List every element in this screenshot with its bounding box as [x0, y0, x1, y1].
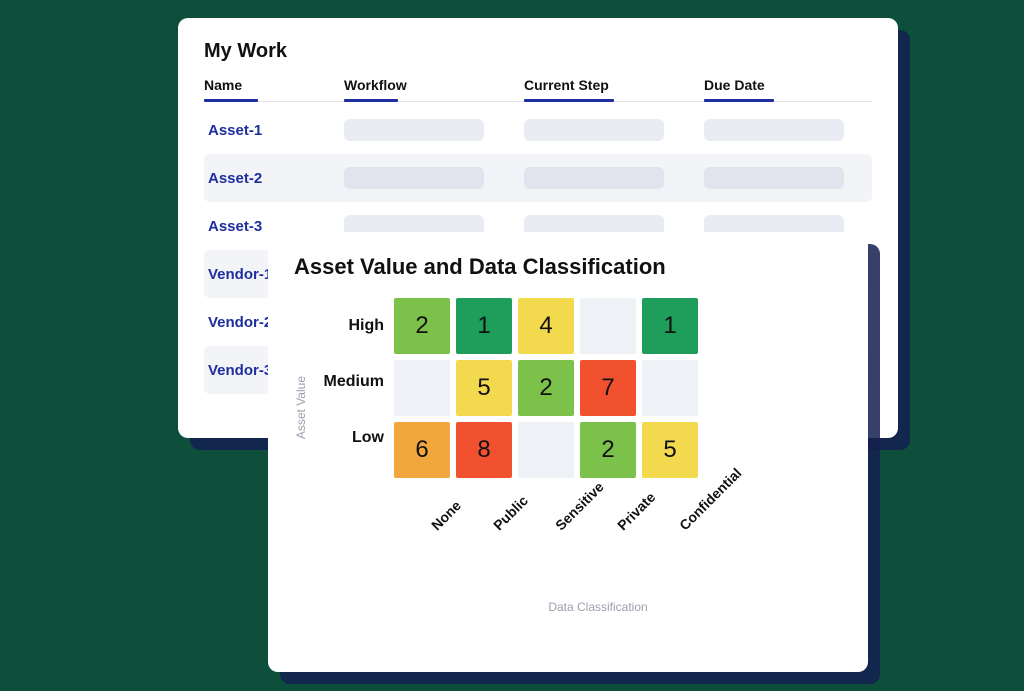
placeholder: [344, 119, 484, 141]
y-category-label: High: [314, 298, 384, 354]
table-row[interactable]: Asset-1: [204, 106, 872, 154]
heatmap-cell[interactable]: [394, 360, 450, 416]
heatmap-cell[interactable]: 5: [642, 422, 698, 478]
placeholder: [524, 167, 664, 189]
x-axis-label: Data Classification: [354, 600, 842, 614]
heatmap-cell[interactable]: 2: [518, 360, 574, 416]
my-work-title: My Work: [204, 40, 872, 63]
placeholder: [344, 167, 484, 189]
heatmap-cell[interactable]: 1: [642, 298, 698, 354]
heatmap-cell[interactable]: 8: [456, 422, 512, 478]
table-row[interactable]: Asset-2: [204, 154, 872, 202]
x-category-label: Confidential: [676, 482, 758, 564]
heatmap-cell[interactable]: [518, 422, 574, 478]
placeholder: [524, 119, 664, 141]
column-workflow[interactable]: Workflow: [344, 77, 524, 101]
column-current-step[interactable]: Current Step: [524, 77, 704, 101]
placeholder: [704, 167, 844, 189]
heatmap-cell[interactable]: 2: [394, 298, 450, 354]
y-axis-label: Asset Value: [294, 336, 308, 439]
heatmap-cell[interactable]: 7: [580, 360, 636, 416]
x-categories: NonePublicSensitivePrivateConfidential: [410, 490, 842, 550]
heatmap-cell[interactable]: [642, 360, 698, 416]
placeholder: [704, 119, 844, 141]
chart-title: Asset Value and Data Classification: [294, 254, 842, 280]
heatmap-cell[interactable]: [580, 298, 636, 354]
table-header: Name Workflow Current Step Due Date: [204, 77, 872, 102]
y-category-label: Low: [314, 410, 384, 466]
heatmap-cell[interactable]: 2: [580, 422, 636, 478]
heatmap-grid: 21415276825: [394, 298, 698, 478]
heatmap-cell[interactable]: 1: [456, 298, 512, 354]
column-due-date[interactable]: Due Date: [704, 77, 884, 101]
heatmap-cell[interactable]: 4: [518, 298, 574, 354]
heatmap-cell[interactable]: 5: [456, 360, 512, 416]
row-name-link[interactable]: Asset-2: [204, 170, 344, 187]
column-name[interactable]: Name: [204, 77, 344, 101]
y-categories: HighMediumLow: [314, 298, 384, 466]
heatmap-cell[interactable]: 6: [394, 422, 450, 478]
y-category-label: Medium: [314, 354, 384, 410]
chart-card: Asset Value and Data Classification Asse…: [268, 232, 868, 672]
chart-area: Asset Value HighMediumLow 21415276825: [294, 298, 842, 478]
row-name-link[interactable]: Asset-1: [204, 122, 344, 139]
